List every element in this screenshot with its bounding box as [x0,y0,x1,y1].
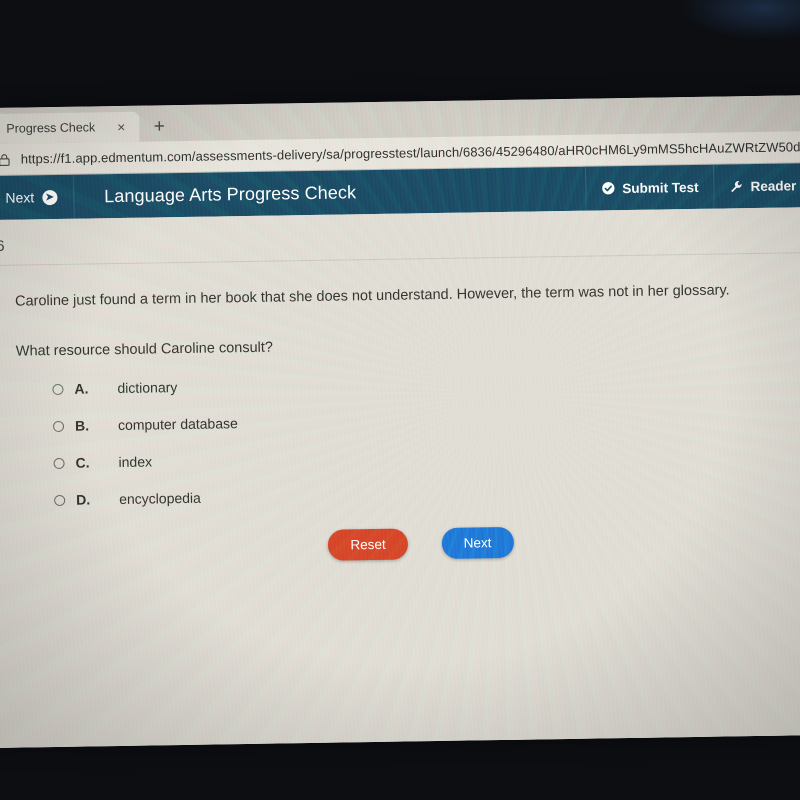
radio-button-b[interactable] [52,420,65,432]
answer-option-c[interactable]: C. index [53,443,791,471]
check-circle-icon [602,182,615,195]
radio-button-d[interactable] [54,494,66,506]
submit-test-button[interactable]: Submit Test [584,164,714,211]
monitor-screen: Progress Check × + https://f1.app.edment… [0,95,800,748]
option-text: computer database [117,414,238,433]
wrench-icon [731,180,742,192]
option-text: encyclopedia [119,489,202,507]
answer-options: A. dictionary B. computer database C. in… [16,369,792,508]
header-actions: Submit Test Reader [584,163,800,211]
submit-test-label: Submit Test [622,179,699,196]
answer-option-b[interactable]: B. computer database [52,406,791,434]
question-stem-line-1: Caroline just found a term in her book t… [14,282,730,310]
option-letter: A. [74,380,89,397]
reset-button[interactable]: Reset [328,528,408,561]
question-body: Caroline just found a term in her book t… [0,253,800,566]
header-next-button[interactable]: Next ➤ [0,174,75,220]
screen-glare [680,0,800,40]
page-title: Language Arts Progress Check [104,181,357,206]
arrow-right-circle-icon: ➤ [42,189,58,205]
option-letter: C. [75,454,90,471]
lock-icon [0,153,10,166]
reader-button[interactable]: Reader [713,163,800,209]
radio-button-c[interactable] [53,457,65,469]
option-text: dictionary [117,378,178,396]
reader-label: Reader [750,177,797,194]
photo-backdrop: Progress Check × + https://f1.app.edment… [0,0,800,800]
next-button[interactable]: Next [441,526,514,559]
question-stem-line-2: What resource should Caroline consult? [15,339,274,360]
browser-tab[interactable]: Progress Check × [0,111,140,144]
browser-tab-title: Progress Check [6,120,96,136]
url-text: https://f1.app.edmentum.com/assessments-… [20,139,800,167]
option-letter: D. [76,491,91,508]
option-text: index [118,453,153,470]
new-tab-icon[interactable]: + [149,116,169,137]
option-letter: B. [74,417,90,434]
assessment-page: 6 Caroline just found a term in her book… [0,207,800,748]
answer-option-a[interactable]: A. dictionary [52,369,790,397]
question-actions: Reset Next [19,522,793,565]
answer-option-d[interactable]: D. encyclopedia [54,480,792,508]
header-next-label: Next [5,189,35,206]
close-icon[interactable]: × [111,119,131,135]
radio-button-a[interactable] [52,383,64,395]
